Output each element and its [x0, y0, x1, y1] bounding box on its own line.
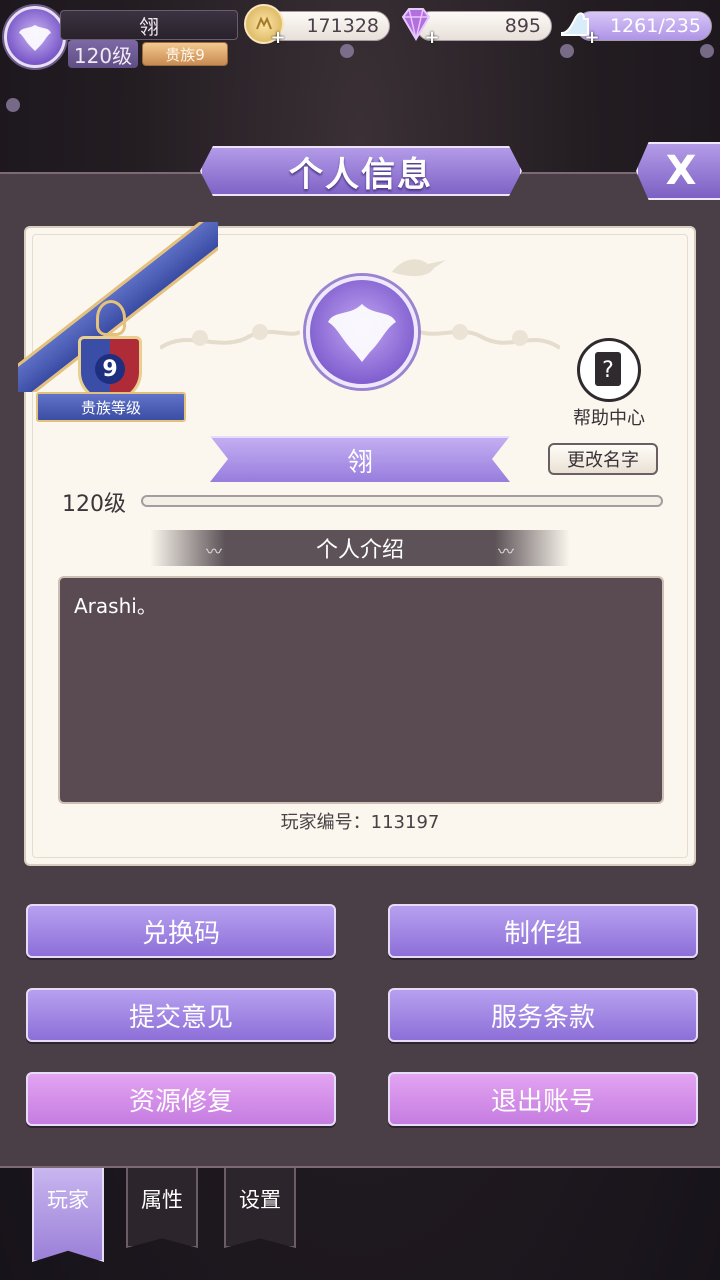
profile-emblem[interactable] — [306, 276, 418, 388]
terms-of-service-button[interactable]: 服务条款 — [388, 988, 698, 1042]
resource-repair-button[interactable]: 资源修复 — [26, 1072, 336, 1126]
intro-text-field[interactable]: Arashi。 — [58, 576, 664, 804]
intro-header: 〰 个人介绍 〰 — [150, 530, 570, 566]
noble-level-label: 贵族等级 — [36, 392, 186, 422]
player-avatar[interactable] — [4, 6, 66, 68]
xp-progress-bar — [141, 495, 663, 507]
profile-name: 翎 — [210, 436, 510, 482]
wings-icon — [328, 304, 396, 362]
help-book-icon: ? — [577, 338, 641, 402]
top-hud: 翎 120级 贵族9 171328 + 895 + 1261/235 + — [0, 0, 720, 120]
rose-decoration-icon — [6, 98, 20, 112]
rename-button[interactable]: 更改名字 — [548, 443, 658, 475]
diamond-amount: 895 — [504, 15, 541, 37]
bow-icon — [96, 300, 126, 336]
svg-text:?: ? — [602, 358, 614, 383]
noble-level-number: 9 — [95, 354, 125, 384]
tab-settings[interactable]: 设置 — [224, 1168, 296, 1248]
gold-amount: 171328 — [306, 15, 379, 37]
tab-player[interactable]: 玩家 — [32, 1168, 104, 1262]
stamina-amount: 1261/235 — [609, 15, 701, 37]
player-level: 120级 — [68, 40, 138, 68]
bird-icon — [392, 259, 446, 277]
player-name: 翎 — [60, 10, 238, 40]
close-icon: X — [665, 148, 697, 194]
intro-text: Arashi。 — [74, 594, 157, 618]
player-id: 玩家编号：113197 — [280, 812, 440, 833]
vine-flourish-icon — [420, 324, 560, 350]
help-center-button[interactable]: ? 帮助中心 — [566, 338, 652, 430]
vine-flourish-icon — [160, 324, 300, 350]
credits-button[interactable]: 制作组 — [388, 904, 698, 958]
swirl-left-icon: 〰 — [206, 542, 223, 561]
rose-decoration-icon — [560, 44, 574, 58]
add-gold-icon[interactable]: + — [270, 29, 286, 47]
tab-attributes[interactable]: 属性 — [126, 1168, 198, 1248]
redeem-code-button[interactable]: 兑换码 — [26, 904, 336, 958]
noble-badge[interactable]: 贵族9 — [142, 42, 228, 66]
swirl-right-icon: 〰 — [497, 542, 514, 561]
help-center-label: 帮助中心 — [573, 408, 645, 429]
close-button[interactable]: X — [636, 142, 720, 200]
intro-header-label: 个人介绍 — [315, 538, 404, 563]
level-label: 120级 — [62, 492, 126, 517]
rose-decoration-icon — [700, 44, 714, 58]
feedback-button[interactable]: 提交意见 — [26, 988, 336, 1042]
dialog-title: 个人信息 — [200, 146, 522, 196]
add-diamond-icon[interactable]: + — [424, 29, 440, 47]
logout-button[interactable]: 退出账号 — [388, 1072, 698, 1126]
rose-decoration-icon — [340, 44, 354, 58]
add-stamina-icon[interactable]: + — [584, 29, 600, 47]
wings-icon — [19, 25, 51, 51]
